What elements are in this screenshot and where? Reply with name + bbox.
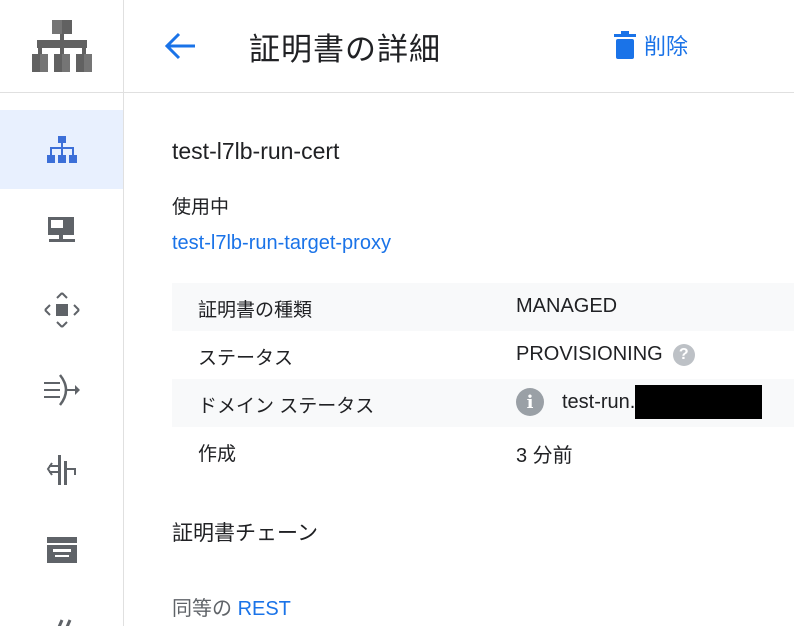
- rail-item-vm[interactable]: [0, 190, 123, 269]
- rail-more-icon: [57, 619, 72, 626]
- certificate-chain-title: 証明書チェーン: [172, 522, 318, 545]
- domain-status-wrapper: test-run.: [562, 385, 763, 419]
- storage-box-icon: [46, 536, 77, 563]
- rail-item-network-move[interactable]: [0, 270, 123, 349]
- info-icon[interactable]: i: [516, 388, 544, 416]
- rail-item-more[interactable]: [48, 608, 78, 626]
- route-split-icon: [46, 454, 76, 485]
- traffic-routing-icon: [43, 373, 80, 406]
- rail-item-storage[interactable]: [0, 510, 123, 589]
- network-move-icon: [43, 291, 80, 328]
- back-button[interactable]: [162, 28, 198, 64]
- network-services-logo-icon: [31, 20, 92, 72]
- rest-link[interactable]: REST: [238, 598, 291, 620]
- load-balancing-icon: [46, 135, 77, 163]
- delete-button[interactable]: 削除: [614, 28, 688, 62]
- table-row: ドメイン ステータス i test-run.: [172, 379, 794, 427]
- table-row: 証明書の種類 MANAGED: [172, 283, 794, 331]
- product-logo[interactable]: [0, 0, 123, 93]
- target-proxy-link[interactable]: test-l7lb-run-target-proxy: [172, 232, 391, 255]
- page-header: 証明書の詳細 削除: [124, 0, 794, 93]
- page-title: 証明書の詳細: [249, 32, 441, 67]
- in-use-label: 使用中: [172, 197, 230, 218]
- rail-item-route[interactable]: [0, 430, 123, 509]
- property-value: PROVISIONING ?: [516, 343, 695, 366]
- certificate-details: test-l7lb-run-cert 使用中 test-l7lb-run-tar…: [172, 92, 794, 626]
- created-value: 3 分前: [516, 445, 573, 467]
- delete-label: 削除: [644, 34, 689, 59]
- help-icon[interactable]: ?: [672, 343, 695, 366]
- equivalent-rest: 同等の REST: [172, 592, 291, 621]
- equivalent-prefix: 同等の: [172, 598, 232, 620]
- rail-item-traffic[interactable]: [0, 350, 123, 429]
- certificate-type-value: MANAGED: [516, 295, 618, 317]
- property-key: ステータス: [198, 348, 294, 369]
- rail-item-load-balancing[interactable]: [0, 110, 123, 189]
- side-rail: [0, 0, 124, 626]
- arrow-back-icon: [164, 32, 195, 60]
- domain-value: test-run.: [562, 390, 636, 413]
- vm-instance-icon: [47, 216, 75, 242]
- property-value: MANAGED: [516, 295, 617, 318]
- redacted-block: [635, 385, 763, 419]
- property-key: 証明書の種類: [198, 300, 313, 321]
- property-value: 3 分前: [516, 439, 573, 468]
- table-row: ステータス PROVISIONING ?: [172, 331, 794, 379]
- status-value: PROVISIONING: [516, 343, 663, 365]
- property-key: ドメイン ステータス: [198, 396, 375, 417]
- table-row: 作成 3 分前: [172, 427, 794, 475]
- property-value: i test-run.: [516, 385, 763, 419]
- trash-icon: [614, 31, 636, 59]
- properties-table: 証明書の種類 MANAGED ステータス PROVISIONING ? ドメイン…: [172, 283, 794, 475]
- certificate-name: test-l7lb-run-cert: [172, 138, 340, 164]
- property-key: 作成: [198, 444, 237, 465]
